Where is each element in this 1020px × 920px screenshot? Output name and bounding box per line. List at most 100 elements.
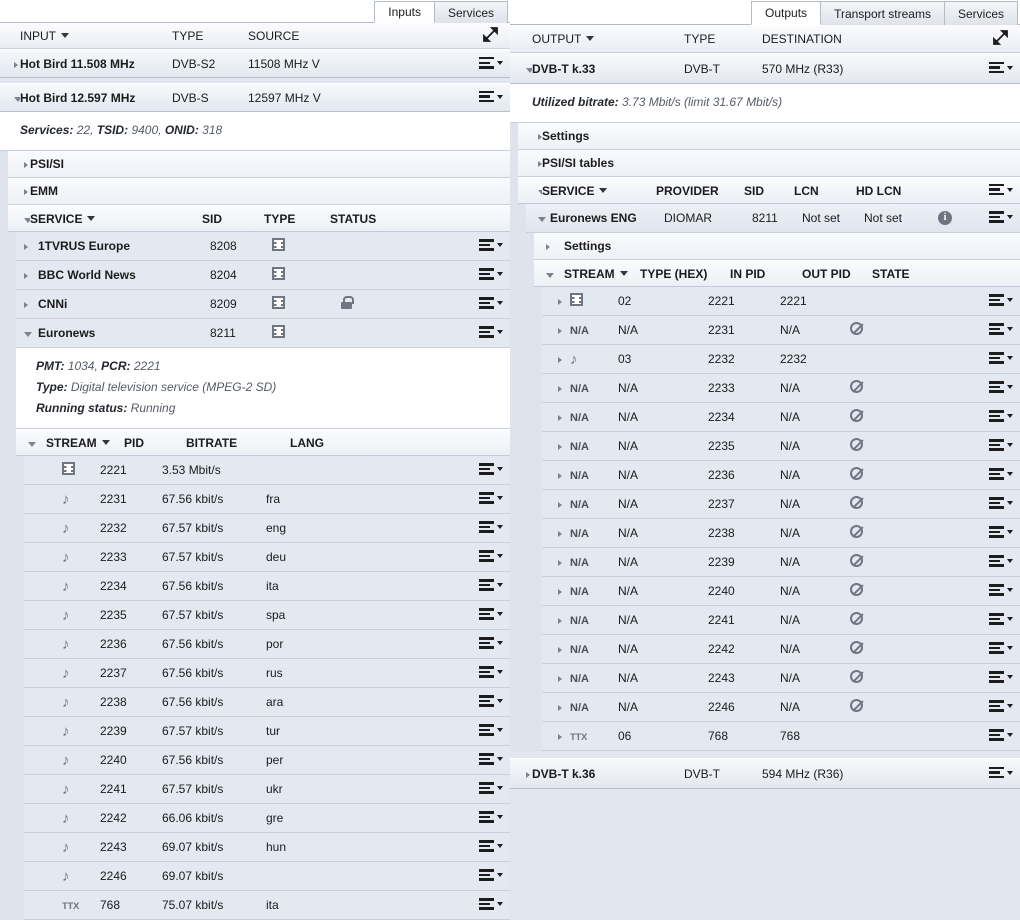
- tab-outputs[interactable]: Outputs: [751, 1, 822, 25]
- row-menu-button[interactable]: [479, 724, 503, 738]
- expand-toggle[interactable]: [542, 381, 570, 395]
- tab-left-services[interactable]: Services: [433, 1, 508, 24]
- input-row[interactable]: Hot Bird 12.597 MHz DVB-S 12597 MHz V: [0, 83, 510, 113]
- col-type[interactable]: TYPE: [172, 29, 248, 43]
- hamburger-menu-icon[interactable]: [479, 239, 503, 253]
- out-service-settings[interactable]: Settings: [534, 233, 1020, 260]
- row-menu-button[interactable]: [479, 56, 503, 71]
- hamburger-menu-icon[interactable]: [989, 671, 1013, 685]
- col-out-pid[interactable]: OUT PID: [802, 267, 872, 281]
- col-sid[interactable]: SID: [202, 212, 264, 226]
- collapse-toggle[interactable]: [510, 62, 532, 76]
- col-sid[interactable]: SID: [744, 184, 794, 198]
- row-menu-button[interactable]: [989, 468, 1013, 482]
- stream-row[interactable]: ♪ 2246 69.07 kbit/s: [24, 862, 510, 892]
- stream-row[interactable]: ♪ 2235 67.57 kbit/s spa: [24, 601, 510, 631]
- expand-toggle[interactable]: [542, 410, 570, 424]
- expand-toggle[interactable]: [0, 57, 20, 71]
- expand-toggle[interactable]: [542, 671, 570, 685]
- stream-row[interactable]: ♪ 2236 67.56 kbit/s por: [24, 630, 510, 660]
- expand-diagonal-icon[interactable]: [993, 29, 1008, 48]
- service-row[interactable]: 1TVRUS Europe 8208: [16, 232, 510, 262]
- expand-toggle[interactable]: [542, 700, 570, 714]
- col-service[interactable]: SERVICE: [542, 184, 656, 198]
- hamburger-menu-icon[interactable]: [479, 579, 503, 593]
- collapse-toggle[interactable]: [518, 184, 542, 198]
- hamburger-menu-icon[interactable]: [479, 782, 503, 796]
- row-menu-button[interactable]: [479, 869, 503, 883]
- col-type[interactable]: TYPE: [264, 212, 330, 226]
- info-icon[interactable]: i: [938, 211, 952, 225]
- collapse-toggle[interactable]: [0, 91, 20, 105]
- hamburger-menu-icon[interactable]: [989, 323, 1013, 337]
- hamburger-menu-icon[interactable]: [989, 642, 1013, 656]
- out-stream-row[interactable]: N/A N/A 2238 N/A: [542, 519, 1020, 548]
- hamburger-menu-icon[interactable]: [479, 695, 503, 709]
- row-menu-button[interactable]: [989, 61, 1013, 76]
- hamburger-menu-icon[interactable]: [479, 56, 503, 71]
- expand-toggle[interactable]: [518, 156, 542, 170]
- hamburger-menu-icon[interactable]: [989, 700, 1013, 714]
- tab-right-services[interactable]: Services: [943, 1, 1018, 25]
- hamburger-menu-icon[interactable]: [479, 90, 503, 105]
- row-menu-button[interactable]: [989, 613, 1013, 627]
- output-row[interactable]: DVB-T k.33 DVB-T 570 MHz (R33): [510, 53, 1020, 84]
- out-stream-row[interactable]: N/A N/A 2242 N/A: [542, 635, 1020, 664]
- hamburger-menu-icon[interactable]: [479, 753, 503, 767]
- hamburger-menu-icon[interactable]: [989, 211, 1013, 225]
- col-source[interactable]: SOURCE: [248, 29, 448, 43]
- expand-toggle[interactable]: [16, 297, 38, 311]
- expand-toggle[interactable]: [542, 729, 570, 743]
- row-menu-button[interactable]: [989, 642, 1013, 656]
- stream-row[interactable]: ♪ 2242 66.06 kbit/s gre: [24, 804, 510, 834]
- hamburger-menu-icon[interactable]: [989, 766, 1013, 781]
- row-menu-button[interactable]: [479, 579, 503, 593]
- col-stream[interactable]: STREAM: [564, 267, 640, 281]
- stream-row[interactable]: TTX 768 75.07 kbit/s ita: [24, 891, 510, 920]
- col-input[interactable]: INPUT: [20, 29, 172, 43]
- out-stream-row[interactable]: N/A N/A 2235 N/A: [542, 432, 1020, 461]
- out-stream-row[interactable]: N/A N/A 2243 N/A: [542, 664, 1020, 693]
- col-pid[interactable]: PID: [124, 436, 186, 450]
- hamburger-menu-icon[interactable]: [989, 526, 1013, 540]
- out-stream-row[interactable]: N/A N/A 2240 N/A: [542, 577, 1020, 606]
- row-menu-button[interactable]: [989, 294, 1013, 308]
- expand-toggle[interactable]: [510, 767, 532, 781]
- hamburger-menu-icon[interactable]: [989, 468, 1013, 482]
- out-stream-row[interactable]: ♪ 03 2232 2232: [542, 345, 1020, 374]
- service-row[interactable]: BBC World News 8204: [16, 261, 510, 291]
- col-output[interactable]: OUTPUT: [532, 32, 684, 46]
- row-menu-button[interactable]: [479, 695, 503, 709]
- output-row[interactable]: DVB-T k.36 DVB-T 594 MHz (R36): [510, 758, 1020, 789]
- row-menu-button[interactable]: [479, 550, 503, 564]
- hamburger-menu-icon[interactable]: [479, 869, 503, 883]
- row-menu-button[interactable]: [479, 297, 503, 311]
- collapse-toggle[interactable]: [534, 267, 564, 281]
- stream-row[interactable]: ♪ 2241 67.57 kbit/s ukr: [24, 775, 510, 805]
- row-menu-button[interactable]: [989, 555, 1013, 569]
- collapse-toggle[interactable]: [526, 211, 550, 225]
- out-stream-row[interactable]: N/A N/A 2237 N/A: [542, 490, 1020, 519]
- hamburger-menu-icon[interactable]: [479, 898, 503, 912]
- out-stream-row[interactable]: N/A N/A 2239 N/A: [542, 548, 1020, 577]
- col-lcn[interactable]: LCN: [794, 184, 856, 198]
- expand-toggle[interactable]: [534, 239, 564, 253]
- group-settings[interactable]: Settings: [518, 123, 1020, 150]
- out-stream-row[interactable]: 02 2221 2221: [542, 287, 1020, 316]
- expand-toggle[interactable]: [542, 468, 570, 482]
- hamburger-menu-icon[interactable]: [479, 463, 503, 477]
- hamburger-menu-icon[interactable]: [989, 439, 1013, 453]
- stream-row[interactable]: ♪ 2232 67.57 kbit/s eng: [24, 514, 510, 544]
- row-menu-button[interactable]: [989, 410, 1013, 424]
- collapse-toggle[interactable]: [16, 436, 46, 450]
- col-status[interactable]: STATUS: [330, 212, 430, 226]
- row-menu-button[interactable]: [989, 211, 1013, 225]
- hamburger-menu-icon[interactable]: [479, 637, 503, 651]
- out-stream-row[interactable]: N/A N/A 2234 N/A: [542, 403, 1020, 432]
- hamburger-menu-icon[interactable]: [479, 326, 503, 340]
- row-menu-button[interactable]: [989, 584, 1013, 598]
- hamburger-menu-icon[interactable]: [479, 811, 503, 825]
- col-state[interactable]: STATE: [872, 267, 942, 281]
- hamburger-menu-icon[interactable]: [479, 297, 503, 311]
- expand-toggle[interactable]: [16, 239, 38, 253]
